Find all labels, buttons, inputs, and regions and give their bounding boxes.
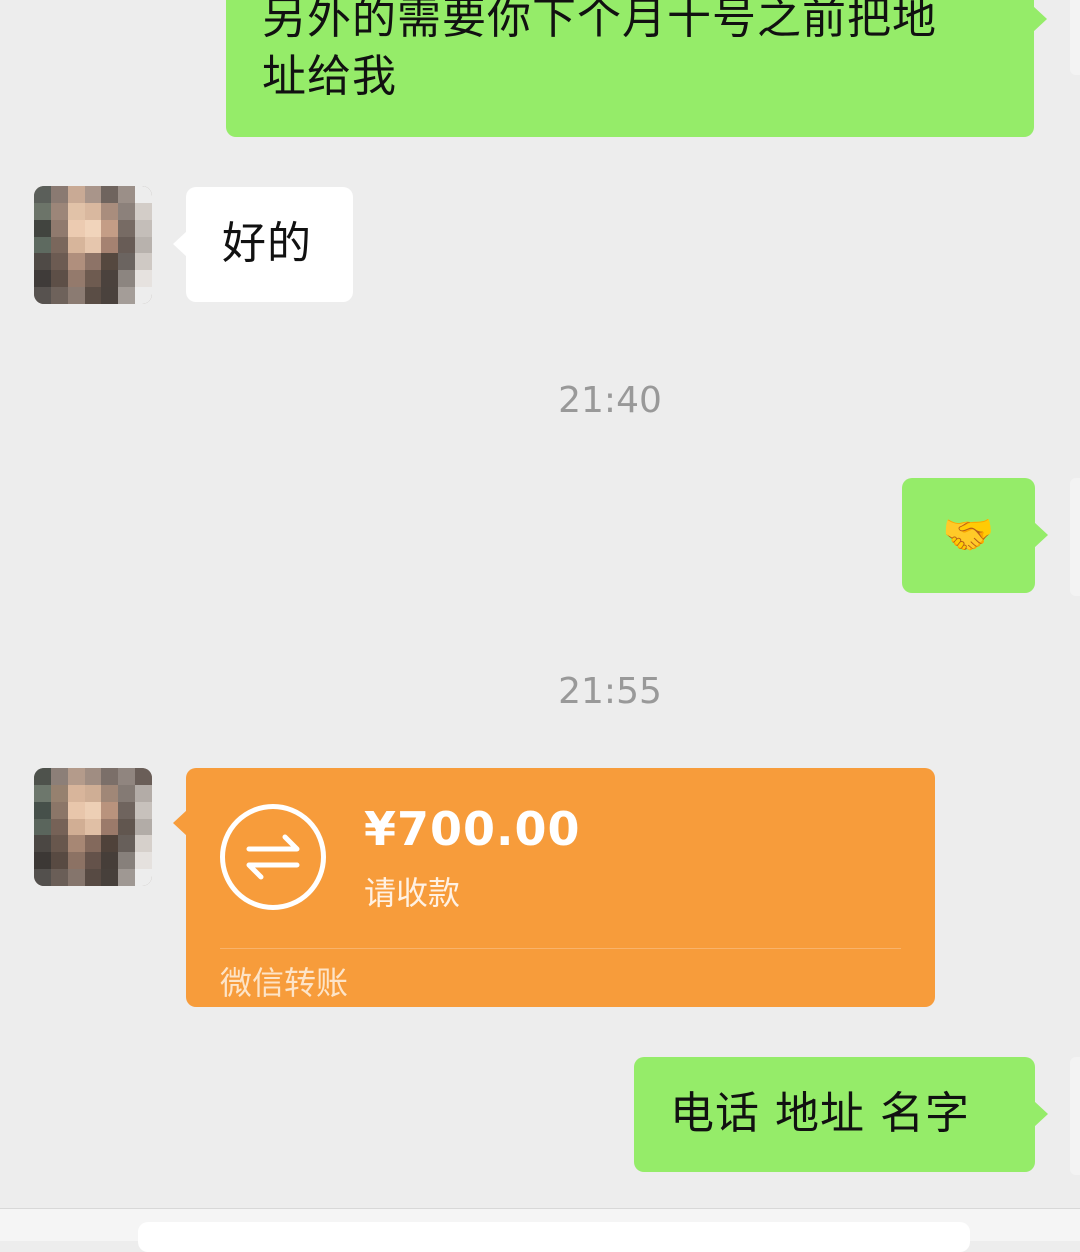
message-bubble-self[interactable]: 电话 地址 名字 [634,1057,1048,1172]
message-text: 电话 地址 名字 [670,1088,970,1139]
handshake-emoji: 🤝 [942,510,995,559]
message-text-line: 另外的需要你下个月十号之前把地 [262,0,937,44]
transfer-amount: ¥700.00 [364,802,581,856]
self-avatar[interactable] [1070,1057,1080,1175]
self-avatar[interactable] [1070,0,1080,75]
bubble-tail [1034,522,1048,548]
transfer-source-label: 微信转账 [220,964,349,1002]
contact-avatar[interactable] [34,186,152,304]
message-text-line: 址给我 [262,51,397,102]
bubble-tail [173,231,187,257]
message-bubble-self[interactable]: 🤝 [902,478,1048,593]
transfer-arrows-icon [220,804,326,910]
transfer-status: 请收款 [364,874,461,912]
self-avatar[interactable] [1070,478,1080,596]
timestamp: 21:55 [558,671,662,712]
transfer-card[interactable]: ¥700.00 请收款 微信转账 [173,768,935,1007]
timestamp: 21:40 [558,380,662,421]
message-text: 好的 [222,218,312,269]
divider [220,948,901,949]
bubble-tail [1033,6,1047,32]
message-bubble-self[interactable]: 另外的需要你下个月十号之前把地 址给我 [226,0,1047,137]
message-bubble-other[interactable]: 好的 [173,187,353,302]
message-input[interactable] [138,1222,970,1252]
bubble-tail [1034,1101,1048,1127]
contact-avatar[interactable] [34,768,152,886]
bubble-tail [173,810,187,836]
